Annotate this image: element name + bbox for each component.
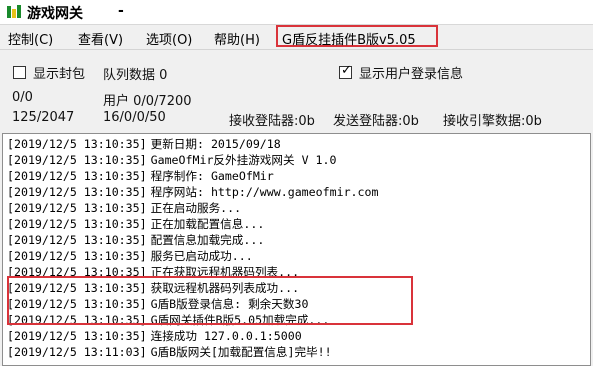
log-line: [2019/12/5 13:10:35] 正在加载配置信息... xyxy=(7,216,264,232)
log-timestamp: [2019/12/5 13:10:35] xyxy=(7,137,147,151)
log-timestamp: [2019/12/5 13:10:35] xyxy=(7,249,147,263)
buffer-ratio: 125/2047 xyxy=(12,110,75,125)
recv-engine: 接收引擎数据:0b xyxy=(443,114,542,129)
menu-options[interactable]: 选项(O) xyxy=(146,29,192,48)
log-line: [2019/12/5 13:10:35] GameOfMir反外挂游戏网关 V 1… xyxy=(7,152,336,168)
log-line: [2019/12/5 13:10:35] 程序制作: GameOfMir xyxy=(7,168,274,184)
log-message: 程序制作: GameOfMir xyxy=(150,169,274,183)
log-timestamp: [2019/12/5 13:10:35] xyxy=(7,169,147,183)
log-line: [2019/12/5 13:10:35] 更新日期: 2015/09/18 xyxy=(7,136,281,152)
send-login: 发送登陆器:0b xyxy=(333,114,419,129)
menu-control[interactable]: 控制(C) xyxy=(8,29,53,48)
title-bar: 游戏网关 - xyxy=(0,0,593,25)
log-message: GameOfMir反外挂游戏网关 V 1.0 xyxy=(150,153,337,167)
log-line: [2019/12/5 13:10:35] 程序网站: http://www.gam… xyxy=(7,184,378,200)
log-message: 程序网站: http://www.gameofmir.com xyxy=(150,185,379,199)
checkmark-icon: ✓ xyxy=(341,63,352,78)
log-message: 服务已启动成功... xyxy=(150,249,253,263)
highlight-box xyxy=(7,276,413,325)
log-line: [2019/12/5 13:11:03] G盾B版网关[加载配置信息]完毕!! xyxy=(7,344,332,360)
log-panel[interactable]: [2019/12/5 13:10:35] 更新日期: 2015/09/18 [20… xyxy=(2,133,591,366)
log-timestamp: [2019/12/5 13:10:35] xyxy=(7,185,147,199)
queue-data: 队列数据 0 xyxy=(103,68,168,83)
menu-help[interactable]: 帮助(H) xyxy=(214,29,260,48)
show-banned-label: 显示封包 xyxy=(33,67,86,82)
plugin-menu[interactable]: G盾反挂插件B版v5.05 xyxy=(276,25,438,48)
app-icon xyxy=(7,5,21,18)
conn-ratio: 0/0 xyxy=(12,90,33,105)
user-count: 用户 0/0/7200 xyxy=(103,94,192,109)
plugin-label: G盾反挂插件B版v5.05 xyxy=(282,33,416,48)
log-timestamp: [2019/12/5 13:11:03] xyxy=(7,345,147,359)
session-ratio: 16/0/0/50 xyxy=(103,110,166,125)
log-timestamp: [2019/12/5 13:10:35] xyxy=(7,201,147,215)
log-timestamp: [2019/12/5 13:10:35] xyxy=(7,217,147,231)
minimize-icon[interactable]: - xyxy=(118,3,124,19)
window-title: 游戏网关 xyxy=(27,6,83,22)
log-line: [2019/12/5 13:10:35] 配置信息加载完成... xyxy=(7,232,264,248)
show-login-label: 显示用户登录信息 xyxy=(359,67,464,82)
log-message: 连接成功 127.0.0.1:5000 xyxy=(150,329,302,343)
log-line: [2019/12/5 13:10:35] 服务已启动成功... xyxy=(7,248,253,264)
log-message: 配置信息加载完成... xyxy=(150,233,265,247)
show-login-checkbox[interactable]: ✓ xyxy=(339,63,352,79)
log-timestamp: [2019/12/5 13:10:35] xyxy=(7,233,147,247)
log-message: G盾B版网关[加载配置信息]完毕!! xyxy=(150,345,332,359)
show-banned-checkbox[interactable] xyxy=(13,66,26,79)
log-line: [2019/12/5 13:10:35] 正在启动服务... xyxy=(7,200,241,216)
log-timestamp: [2019/12/5 13:10:35] xyxy=(7,153,147,167)
recv-login: 接收登陆器:0b xyxy=(229,114,315,129)
log-message: 更新日期: 2015/09/18 xyxy=(150,137,281,151)
menu-view[interactable]: 查看(V) xyxy=(78,29,123,48)
log-timestamp: [2019/12/5 13:10:35] xyxy=(7,329,147,343)
log-line: [2019/12/5 13:10:35] 连接成功 127.0.0.1:5000 xyxy=(7,328,302,344)
log-message: 正在加载配置信息... xyxy=(150,217,265,231)
log-message: 正在启动服务... xyxy=(150,201,242,215)
